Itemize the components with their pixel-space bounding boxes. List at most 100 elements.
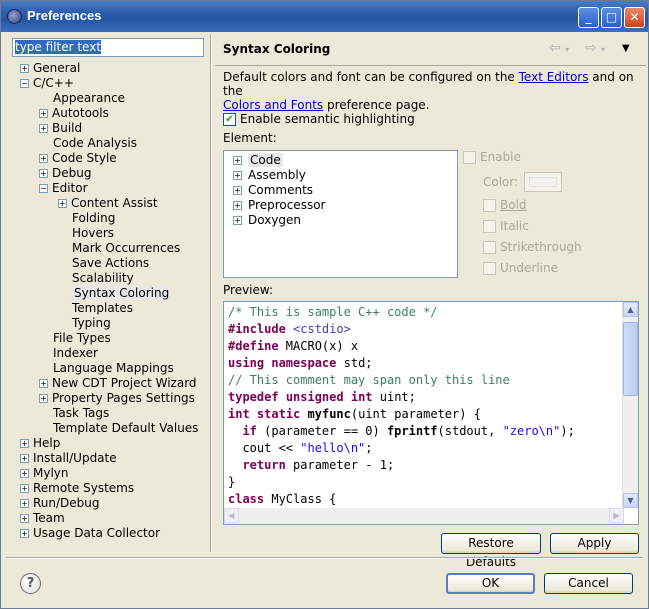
tree-item[interactable]: + Run/Debug bbox=[20, 496, 100, 511]
tree-item-label: Folding bbox=[72, 211, 116, 225]
tree-item[interactable]: + Property Pages Settings bbox=[39, 391, 195, 406]
tree-item[interactable]: Task Tags bbox=[53, 406, 109, 421]
tree-item[interactable]: Typing bbox=[72, 316, 111, 331]
tree-item[interactable]: Folding bbox=[72, 211, 115, 226]
tree-item[interactable]: Templates bbox=[72, 301, 133, 316]
expand-icon[interactable]: + bbox=[233, 216, 242, 225]
tree-item[interactable]: + Mylyn bbox=[20, 466, 69, 481]
apply-button[interactable]: Apply bbox=[550, 533, 639, 554]
tree-item[interactable]: + Help bbox=[20, 436, 60, 451]
element-item[interactable]: + Doxygen bbox=[233, 213, 301, 228]
forward-icon[interactable]: ⇨ bbox=[585, 40, 597, 56]
tree-item[interactable]: + Install/Update bbox=[20, 451, 117, 466]
help-icon[interactable]: ? bbox=[20, 573, 41, 594]
view-menu-icon[interactable]: ▼ bbox=[622, 43, 630, 54]
minimize-button[interactable]: _ bbox=[578, 7, 599, 28]
tree-item[interactable]: + Usage Data Collector bbox=[20, 526, 160, 541]
splitter[interactable] bbox=[210, 34, 212, 552]
tree-item[interactable]: + Remote Systems bbox=[20, 481, 134, 496]
maximize-button[interactable]: □ bbox=[601, 7, 622, 28]
tree-item[interactable]: Template Default Values bbox=[53, 421, 198, 436]
element-item-label: Assembly bbox=[248, 168, 306, 182]
expand-icon[interactable]: + bbox=[39, 379, 48, 388]
tree-item[interactable]: Save Actions bbox=[72, 256, 149, 271]
tree-item[interactable]: + Debug bbox=[39, 166, 91, 181]
expand-icon[interactable]: + bbox=[233, 186, 242, 195]
expand-icon[interactable]: + bbox=[20, 484, 29, 493]
tree-item[interactable]: Syntax Coloring bbox=[72, 286, 172, 301]
preview-horizontal-scrollbar[interactable]: ◀ ▶ bbox=[224, 508, 624, 524]
color-swatch bbox=[529, 177, 557, 187]
underline-checkbox[interactable]: Underline bbox=[483, 261, 558, 275]
tree-item[interactable]: + Build bbox=[39, 121, 82, 136]
tree-item[interactable]: + Autotools bbox=[39, 106, 109, 121]
tree-item[interactable]: + Content Assist bbox=[58, 196, 158, 211]
element-item[interactable]: + Assembly bbox=[233, 168, 306, 183]
element-item[interactable]: + Code bbox=[233, 153, 283, 168]
expand-icon[interactable]: + bbox=[39, 169, 48, 178]
scroll-down-icon[interactable]: ▼ bbox=[623, 493, 638, 508]
color-picker-button[interactable] bbox=[524, 172, 562, 192]
tree-item[interactable]: + Code Style bbox=[39, 151, 117, 166]
tree-item[interactable]: + General bbox=[20, 61, 80, 76]
scroll-left-icon[interactable]: ◀ bbox=[224, 508, 239, 523]
tree-item[interactable]: Hovers bbox=[72, 226, 114, 241]
text-editors-link[interactable]: Text Editors bbox=[519, 70, 589, 84]
collapse-icon[interactable]: − bbox=[39, 184, 48, 193]
tree-item[interactable]: − C/C++ bbox=[20, 76, 74, 91]
tree-item[interactable]: Appearance bbox=[53, 91, 125, 106]
tree-item[interactable]: Language Mappings bbox=[53, 361, 174, 376]
tree-item[interactable]: Mark Occurrences bbox=[72, 241, 180, 256]
ok-button[interactable]: OK bbox=[446, 573, 535, 594]
expand-icon[interactable]: + bbox=[20, 499, 29, 508]
tree-item[interactable]: + Team bbox=[20, 511, 65, 526]
close-button[interactable]: ✕ bbox=[624, 7, 645, 28]
element-item[interactable]: + Comments bbox=[233, 183, 313, 198]
forward-menu-icon[interactable]: ▾ bbox=[601, 45, 605, 54]
expand-icon[interactable]: + bbox=[20, 529, 29, 538]
collapse-icon[interactable]: − bbox=[20, 79, 29, 88]
tree-item[interactable]: − Editor bbox=[39, 181, 88, 196]
preview-label: Preview: bbox=[223, 283, 274, 297]
bold-checkbox[interactable]: Bold bbox=[483, 198, 527, 212]
restore-defaults-button[interactable]: Restore Defaults bbox=[441, 533, 541, 569]
expand-icon[interactable]: + bbox=[233, 201, 242, 210]
tree-item-label: File Types bbox=[53, 331, 111, 345]
tree-item[interactable]: Scalability bbox=[72, 271, 134, 286]
filter-input[interactable]: type filter text bbox=[12, 38, 204, 57]
expand-icon[interactable]: + bbox=[58, 199, 67, 208]
colors-fonts-link[interactable]: Colors and Fonts bbox=[223, 98, 323, 112]
expand-icon[interactable]: + bbox=[39, 394, 48, 403]
expand-icon[interactable]: + bbox=[39, 124, 48, 133]
expand-icon[interactable]: + bbox=[20, 469, 29, 478]
expand-icon[interactable]: + bbox=[20, 514, 29, 523]
strikethrough-checkbox[interactable]: Strikethrough bbox=[483, 240, 582, 254]
tree-item[interactable]: Code Analysis bbox=[53, 136, 137, 151]
expand-icon[interactable]: + bbox=[20, 454, 29, 463]
enable-checkbox[interactable]: Enable bbox=[463, 150, 521, 164]
back-icon[interactable]: ⇦ bbox=[549, 40, 561, 56]
tree-item[interactable]: + New CDT Project Wizard bbox=[39, 376, 197, 391]
semantic-highlighting-checkbox[interactable]: ✔ Enable semantic highlighting bbox=[223, 112, 415, 126]
tree-item-label: Hovers bbox=[72, 226, 115, 240]
expand-icon[interactable]: + bbox=[233, 171, 242, 180]
expand-icon[interactable]: + bbox=[39, 109, 48, 118]
underline-label: Underline bbox=[500, 261, 558, 275]
bold-box bbox=[483, 198, 496, 212]
element-item[interactable]: + Preprocessor bbox=[233, 198, 325, 213]
back-menu-icon[interactable]: ▾ bbox=[565, 45, 569, 54]
tree-item[interactable]: Indexer bbox=[53, 346, 98, 361]
preview-vertical-scrollbar[interactable]: ▲ ▼ bbox=[622, 302, 638, 508]
italic-checkbox[interactable]: Italic bbox=[483, 219, 529, 233]
expand-icon[interactable]: + bbox=[20, 64, 29, 73]
tree-item[interactable]: File Types bbox=[53, 331, 111, 346]
expand-icon[interactable]: + bbox=[39, 154, 48, 163]
code-preview[interactable]: /* This is sample C++ code */ #include <… bbox=[223, 301, 639, 525]
cancel-button[interactable]: Cancel bbox=[544, 573, 633, 594]
expand-icon[interactable]: + bbox=[233, 156, 242, 165]
expand-icon[interactable]: + bbox=[20, 439, 29, 448]
scroll-right-icon[interactable]: ▶ bbox=[609, 508, 624, 523]
title-bar[interactable]: Preferences _ □ ✕ bbox=[1, 1, 648, 32]
scroll-up-icon[interactable]: ▲ bbox=[623, 302, 638, 317]
scroll-thumb[interactable] bbox=[623, 322, 638, 396]
